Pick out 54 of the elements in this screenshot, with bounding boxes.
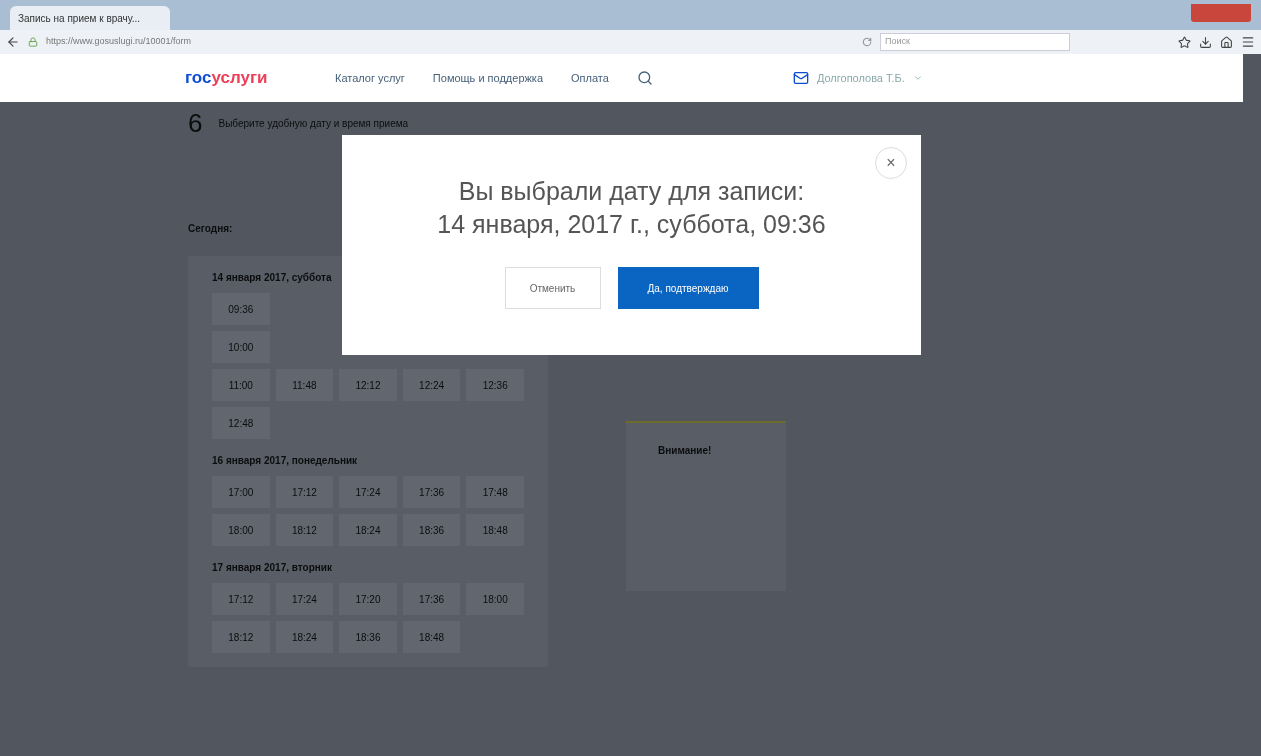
step-number: 6: [188, 107, 203, 140]
time-slot[interactable]: 17:48: [466, 476, 524, 508]
time-slot[interactable]: 17:36: [402, 583, 461, 615]
time-slot[interactable]: 17:12: [275, 476, 334, 508]
time-slot[interactable]: 12:36: [466, 369, 524, 401]
time-slot[interactable]: 18:48: [466, 514, 524, 546]
time-slot[interactable]: 17:12: [212, 583, 270, 615]
nav-link[interactable]: Помощь и поддержка: [432, 69, 544, 87]
time-slot[interactable]: 12:24: [402, 369, 461, 401]
logo[interactable]: госуслуги: [185, 65, 280, 91]
day-heading: 17 января 2017, вторник: [212, 561, 333, 575]
today-label: Сегодня:: [188, 222, 233, 236]
reload-icon[interactable]: [862, 37, 872, 47]
nav-link[interactable]: Каталог услуг: [335, 69, 405, 87]
search-field[interactable]: Поиск: [880, 33, 1070, 51]
time-slot[interactable]: 09:36: [212, 293, 270, 325]
day-heading: 14 января 2017, суббота: [212, 271, 333, 285]
time-slot[interactable]: 18:12: [275, 514, 334, 546]
star-icon[interactable]: [1178, 35, 1191, 49]
cancel-button[interactable]: Отменить: [504, 267, 601, 309]
mail-icon[interactable]: [792, 70, 809, 86]
time-slot[interactable]: 18:36: [339, 621, 397, 653]
dialog-message: Вы выбрали дату для записи: 14 января, 2017 г., суббота, 09:36: [437, 176, 826, 240]
search-icon[interactable]: [636, 70, 653, 86]
nav-link[interactable]: Оплата: [571, 69, 609, 87]
day-heading: 16 января 2017, понедельник: [212, 454, 359, 468]
time-slot[interactable]: 17:00: [212, 476, 270, 508]
time-slot[interactable]: 18:00: [212, 514, 270, 546]
browser-tab[interactable]: Запись на прием к врачу...: [10, 6, 170, 30]
time-slot[interactable]: 17:24: [339, 476, 397, 508]
time-slot[interactable]: 18:48: [402, 621, 461, 653]
time-slot[interactable]: 10:00: [212, 331, 270, 363]
time-slot[interactable]: 18:24: [339, 514, 397, 546]
time-slot[interactable]: 11:00: [212, 369, 270, 401]
time-slot[interactable]: 18:24: [275, 621, 334, 653]
home-icon[interactable]: [1220, 35, 1233, 49]
time-slot[interactable]: 12:12: [339, 369, 397, 401]
step-title: Выберите удобную дату и время приема: [218, 117, 409, 131]
menu-icon[interactable]: [1241, 35, 1255, 49]
time-slot[interactable]: 17:36: [402, 476, 461, 508]
time-slot[interactable]: 18:00: [466, 583, 524, 615]
notice-title: Внимание!: [658, 445, 712, 456]
download-icon[interactable]: [1199, 35, 1212, 49]
time-slot[interactable]: 18:36: [402, 514, 461, 546]
back-icon[interactable]: [6, 35, 20, 49]
time-slot[interactable]: 12:48: [212, 407, 270, 439]
time-slot[interactable]: 17:20: [339, 583, 397, 615]
time-slot[interactable]: 11:48: [275, 369, 334, 401]
address-field[interactable]: https://www.gosuslugi.ru/10001/form: [46, 35, 566, 49]
lock-icon: [28, 37, 38, 47]
time-slot[interactable]: 18:12: [212, 621, 270, 653]
time-slot[interactable]: 17:24: [275, 583, 334, 615]
user-name[interactable]: Долгополова Т.Б.: [816, 69, 905, 87]
confirm-button[interactable]: Да, подтверждаю: [617, 267, 759, 309]
